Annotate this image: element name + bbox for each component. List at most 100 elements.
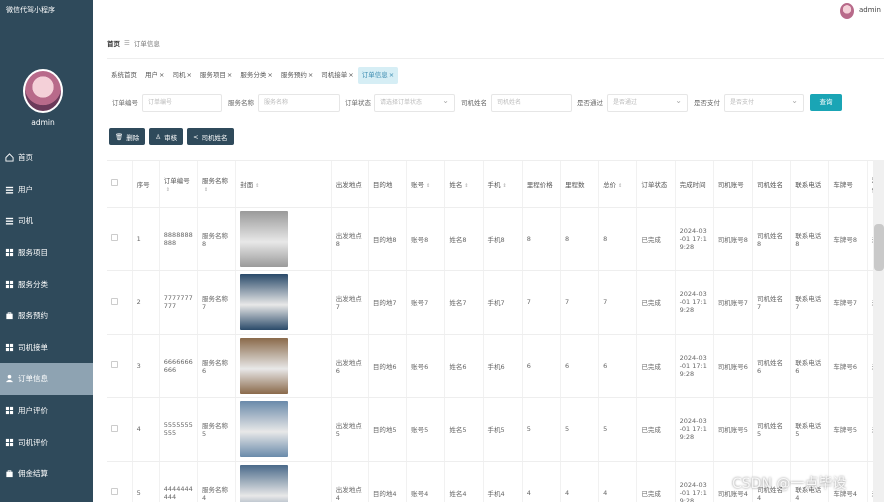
breadcrumb-home[interactable]: 首页 xyxy=(107,38,120,48)
sidebar-item-10[interactable]: 佣金结算 xyxy=(0,458,93,490)
driver-name-button[interactable]: < 司机姓名 xyxy=(187,128,234,145)
cell-d_phone: 联系电话8 xyxy=(790,207,830,271)
checkbox-icon[interactable] xyxy=(111,424,118,432)
delete-label: 删除 xyxy=(126,133,140,142)
row-checkbox-cell[interactable] xyxy=(107,334,133,398)
row-checkbox-cell[interactable] xyxy=(107,207,133,271)
table-row[interactable]: 2 7777777777 服务名称7 出发地点7 目的地7 账号7 姓名7 手机7 7 7 7 已完成… xyxy=(107,270,884,335)
car-cover-image[interactable] xyxy=(240,274,289,331)
cell-cover[interactable] xyxy=(235,207,332,271)
sidebar-item-label: 订单信息 xyxy=(18,374,48,384)
close-icon[interactable]: × xyxy=(308,71,313,79)
cell-name: 姓名4 xyxy=(444,461,484,502)
car-cover-image[interactable] xyxy=(240,401,289,458)
sort-icon[interactable]: ⇕ xyxy=(464,183,468,189)
sidebar-item-0[interactable]: 首页 xyxy=(0,142,93,174)
cell-idx: 4 xyxy=(132,397,160,462)
cell-phone: 手机8 xyxy=(483,207,523,271)
watermark: CSDN @一点毕设 xyxy=(732,476,847,492)
cell-phone: 手机7 xyxy=(483,270,523,335)
sidebar-item-2[interactable]: 司机 xyxy=(0,205,93,237)
cell-plate: 车牌号5 xyxy=(828,397,868,462)
sort-icon[interactable]: ⇕ xyxy=(503,183,507,189)
table-row[interactable]: 1 8888888888 服务名称8 出发地点8 目的地8 账号8 姓名8 手机8 8 8 8 已完成… xyxy=(107,207,884,271)
order-status-select[interactable]: 请选择订单状态 xyxy=(374,94,455,112)
order-no-input[interactable]: 订单编号 xyxy=(142,94,222,112)
delete-button[interactable]: 🗑 删除 xyxy=(109,128,146,145)
approved-label: 是否通过 xyxy=(577,99,603,107)
car-cover-image[interactable] xyxy=(240,210,289,267)
column-header[interactable]: 手机 ⇕ xyxy=(483,161,523,208)
car-cover-image[interactable] xyxy=(240,464,289,502)
table-row[interactable]: 4 5555555555 服务名称5 出发地点5 目的地5 账号5 姓名5 手机5 5 5 5 已完成… xyxy=(107,397,884,462)
column-header: 里程数 xyxy=(560,161,600,208)
scrollbar-thumb[interactable] xyxy=(874,224,884,271)
sidebar-item-8[interactable]: 用户评价 xyxy=(0,395,93,427)
checkbox-icon[interactable] xyxy=(111,234,118,242)
app-title: 微信代驾小程序 xyxy=(6,6,55,14)
column-header[interactable]: 总价 ⇕ xyxy=(598,161,638,208)
sort-icon[interactable]: ⇕ xyxy=(255,183,259,189)
column-header[interactable]: 封面 ⇕ xyxy=(235,161,332,208)
sort-icon[interactable]: ⇕ xyxy=(166,187,170,193)
top-username[interactable]: admin xyxy=(859,6,881,14)
checkbox-icon[interactable] xyxy=(111,361,118,369)
driver-name-input[interactable]: 司机姓名 xyxy=(491,94,572,112)
scrollbar-track[interactable] xyxy=(873,160,884,502)
tab-5[interactable]: 服务预约× xyxy=(277,67,317,84)
cell-miles: 7 xyxy=(560,270,600,335)
close-icon[interactable]: × xyxy=(159,71,164,79)
sidebar-item-4[interactable]: 服务分类 xyxy=(0,268,93,300)
cell-cover[interactable] xyxy=(235,270,332,335)
service-name-input[interactable]: 服务名称 xyxy=(258,94,340,112)
car-cover-image[interactable] xyxy=(240,337,289,394)
column-header[interactable]: 服务名称 ⇕ xyxy=(197,161,237,208)
tab-4[interactable]: 服务分类× xyxy=(236,67,276,84)
cell-cover[interactable] xyxy=(235,397,332,462)
column-header[interactable]: 订单编号 ⇕ xyxy=(159,161,198,208)
tab-7[interactable]: 订单信息× xyxy=(357,67,399,84)
tab-2[interactable]: 司机× xyxy=(168,67,195,84)
sidebar-item-7[interactable]: 订单信息 xyxy=(0,363,93,395)
grid-icon xyxy=(5,343,14,352)
sidebar-item-6[interactable]: 司机接单 xyxy=(0,332,93,364)
sidebar-item-9[interactable]: 司机评价 xyxy=(0,426,93,458)
tab-0[interactable]: 系统首页 xyxy=(107,67,141,84)
row-checkbox-cell[interactable] xyxy=(107,461,133,502)
close-icon[interactable]: × xyxy=(186,71,191,79)
checkbox-icon[interactable] xyxy=(111,297,118,305)
sidebar-item-1[interactable]: 用户 xyxy=(0,174,93,206)
column-header[interactable]: 账号 ⇕ xyxy=(406,161,446,208)
user-avatar-icon[interactable] xyxy=(840,3,854,19)
cell-miles: 5 xyxy=(560,397,600,462)
row-checkbox-cell[interactable] xyxy=(107,397,133,462)
column-header-label: 联系电话 xyxy=(795,180,822,189)
sidebar-item-5[interactable]: 服务预约 xyxy=(0,300,93,332)
column-header[interactable]: 姓名 ⇕ xyxy=(444,161,484,208)
tab-6[interactable]: 司机接单× xyxy=(317,67,357,84)
close-icon[interactable]: × xyxy=(227,71,232,79)
cell-cover[interactable] xyxy=(235,461,332,502)
tab-1[interactable]: 用户× xyxy=(141,67,168,84)
approved-select[interactable]: 是否通过 xyxy=(607,94,688,112)
close-icon[interactable]: × xyxy=(267,71,272,79)
tab-3[interactable]: 服务项目× xyxy=(196,67,236,84)
table-row[interactable]: 3 6666666666 服务名称6 出发地点6 目的地6 账号6 姓名6 手机6 6 6 6 已完成… xyxy=(107,334,884,398)
sort-icon[interactable]: ⇕ xyxy=(618,183,622,189)
column-header-label: 司机账号 xyxy=(717,180,744,189)
close-icon[interactable]: × xyxy=(348,71,353,79)
sidebar-item-3[interactable]: 服务项目 xyxy=(0,237,93,269)
sidebar-item-label: 服务项目 xyxy=(18,248,48,258)
cell-cover[interactable] xyxy=(235,334,332,398)
checkbox-icon[interactable] xyxy=(111,179,118,187)
select-all-checkbox-cell[interactable] xyxy=(107,161,133,208)
checkbox-icon[interactable] xyxy=(111,488,118,496)
review-button[interactable]: ♙ 审核 xyxy=(149,128,184,145)
sort-icon[interactable]: ⇕ xyxy=(426,183,430,189)
sort-icon[interactable]: ⇕ xyxy=(204,187,208,193)
paid-select[interactable]: 是否支付 xyxy=(724,94,804,112)
row-checkbox-cell[interactable] xyxy=(107,270,133,335)
close-icon[interactable]: × xyxy=(389,71,394,79)
cell-d_name: 司机姓名7 xyxy=(752,270,792,335)
query-button[interactable]: 查询 xyxy=(810,94,842,111)
